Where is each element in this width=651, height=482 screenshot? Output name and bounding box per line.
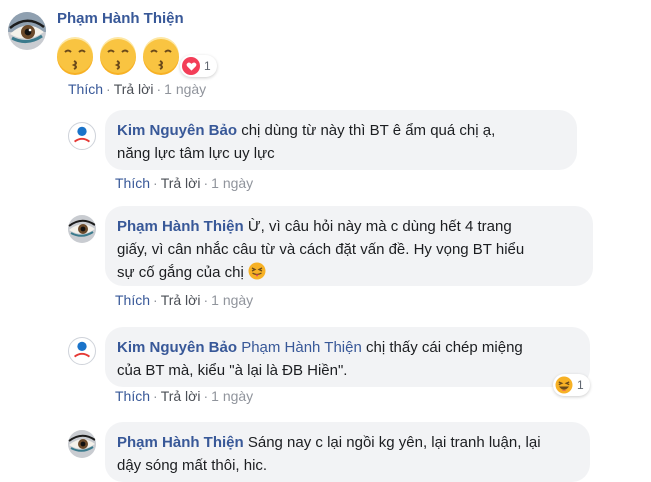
reply-1-actions: Thích · Trả lời · 1 ngày <box>115 175 254 191</box>
reply-author[interactable]: Phạm Hành Thiện <box>117 434 244 451</box>
kissing-face-icon <box>55 37 95 77</box>
reply-author[interactable]: Kim Nguyên Bảo <box>117 339 237 356</box>
reply-button[interactable]: Trả lời <box>161 292 201 308</box>
avatar-top-comment[interactable] <box>8 12 46 50</box>
kissing-face-icon <box>98 37 138 77</box>
reply-text: giấy, vì cân nhắc câu từ và cách đặt vấn… <box>117 241 525 258</box>
reply-author[interactable]: Phạm Hành Thiện <box>117 218 244 235</box>
reply-2-actions: Thích · Trả lời · 1 ngày <box>115 292 254 308</box>
reaction-summary-haha[interactable]: 1 <box>553 374 590 396</box>
like-button[interactable]: Thích <box>115 175 150 191</box>
avatar-reply-4[interactable] <box>68 430 96 458</box>
reply-button[interactable]: Trả lời <box>161 175 201 191</box>
comment-time[interactable]: 1 ngày <box>211 292 253 308</box>
reply-bubble-4: Phạm Hành Thiện Sáng nay c lại ngồi kg y… <box>105 422 590 482</box>
squinting-tongue-face-icon <box>248 262 266 280</box>
comment-time[interactable]: 1 ngày <box>164 81 206 97</box>
haha-count: 1 <box>577 378 584 392</box>
reply-text: chị dùng từ này thì BT ê ẩm quá chị ạ, <box>241 122 496 139</box>
reply-text: sự cố gắng của chị <box>117 264 244 281</box>
haha-face-icon <box>555 376 573 394</box>
like-button[interactable]: Thích <box>68 81 103 97</box>
comment-time[interactable]: 1 ngày <box>211 175 253 191</box>
reply-text: chị thấy cái chép miệng <box>366 339 523 356</box>
comment-time[interactable]: 1 ngày <box>211 388 253 404</box>
like-button[interactable]: Thích <box>115 388 150 404</box>
reply-text: Sáng nay c lại ngồi kg yên, lại tranh lu… <box>247 434 541 451</box>
reply-button[interactable]: Trả lời <box>161 388 201 404</box>
avatar-reply-2[interactable] <box>68 215 96 243</box>
reply-bubble-3: Kim Nguyên Bảo Phạm Hành Thiện chị thấy … <box>105 327 590 387</box>
love-count: 1 <box>204 59 211 73</box>
reaction-summary-love[interactable]: 1 <box>180 55 217 77</box>
mention-tag[interactable]: Phạm Hành Thiện <box>241 339 362 356</box>
reply-button[interactable]: Trả lời <box>114 81 154 97</box>
love-heart-icon <box>182 57 200 75</box>
reply-author[interactable]: Kim Nguyên Bảo <box>117 122 237 139</box>
reply-3-actions: Thích · Trả lời · 1 ngày <box>115 388 254 404</box>
reply-text: dậy sóng mất thôi, hic. <box>117 457 268 474</box>
top-comment-author[interactable]: Phạm Hành Thiện <box>57 10 184 27</box>
kissing-face-icon <box>141 37 181 77</box>
like-button[interactable]: Thích <box>115 292 150 308</box>
reply-text: của BT mà, kiểu "à lại là ĐB Hiền". <box>117 362 348 379</box>
reply-bubble-2: Phạm Hành Thiện Ừ, vì câu hỏi này mà c d… <box>105 206 593 286</box>
avatar-reply-1[interactable] <box>68 122 96 150</box>
reply-bubble-1: Kim Nguyên Bảo chị dùng từ này thì BT ê … <box>105 110 577 170</box>
avatar-reply-3[interactable] <box>68 337 96 365</box>
reply-text: Ừ, vì câu hỏi này mà c dùng hết 4 trang <box>247 218 512 235</box>
top-comment-actions: Thích · Trả lời · 1 ngày <box>68 81 207 97</box>
reply-text: năng lực tâm lực uy lực <box>117 145 275 162</box>
